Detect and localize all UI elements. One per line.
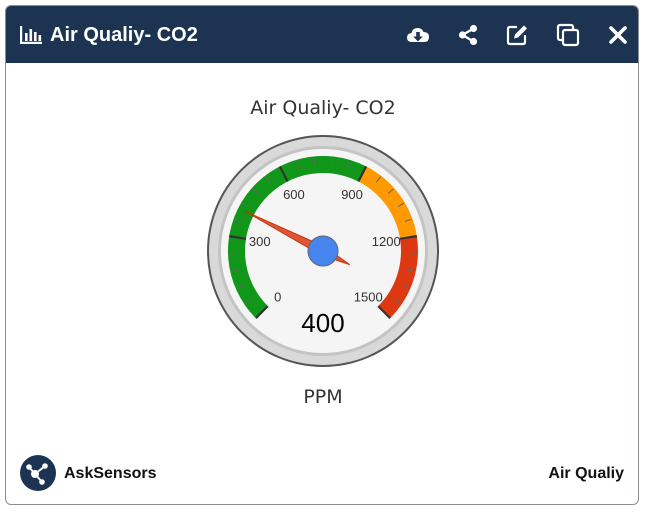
share-button[interactable] [455, 22, 481, 48]
gauge-title: Air Qualiy- CO2 [250, 97, 396, 119]
bar-chart-icon [20, 26, 42, 44]
duplicate-icon [556, 23, 580, 47]
co2-gauge: 0 300 600 900 1200 1500 400 [207, 135, 439, 367]
gauge-unit: PPM [303, 386, 343, 408]
asksensors-logo-icon [20, 455, 56, 491]
sensor-widget: Air Qualiy- CO2 Air Qualiy- CO2 0 300 60… [5, 5, 639, 505]
widget-title: Air Qualiy- CO2 [50, 24, 198, 46]
download-button[interactable] [405, 22, 431, 48]
close-icon [609, 26, 627, 44]
gauge-tick-label: 600 [283, 187, 305, 202]
brand-name: AskSensors [64, 465, 157, 482]
edit-button[interactable] [504, 22, 530, 48]
gauge-tick-label: 0 [274, 289, 281, 304]
gauge-minor-tick [313, 157, 316, 165]
duplicate-button[interactable] [555, 22, 581, 48]
share-icon [458, 24, 478, 46]
gauge-tick-label: 300 [249, 234, 271, 249]
gauge-tick-label: 1200 [372, 234, 401, 249]
widget-header: Air Qualiy- CO2 [6, 6, 638, 63]
gauge-tick-label: 1500 [354, 289, 383, 304]
gauge-tick-label: 900 [341, 187, 363, 202]
gauge-value: 400 [301, 308, 344, 338]
gauge-needle-hub [307, 235, 339, 267]
close-button[interactable] [605, 22, 631, 48]
sensor-name: Air Qualiy [548, 465, 624, 482]
edit-icon [506, 25, 527, 46]
cloud-download-icon [407, 28, 429, 42]
gauge-minor-tick [330, 157, 333, 165]
